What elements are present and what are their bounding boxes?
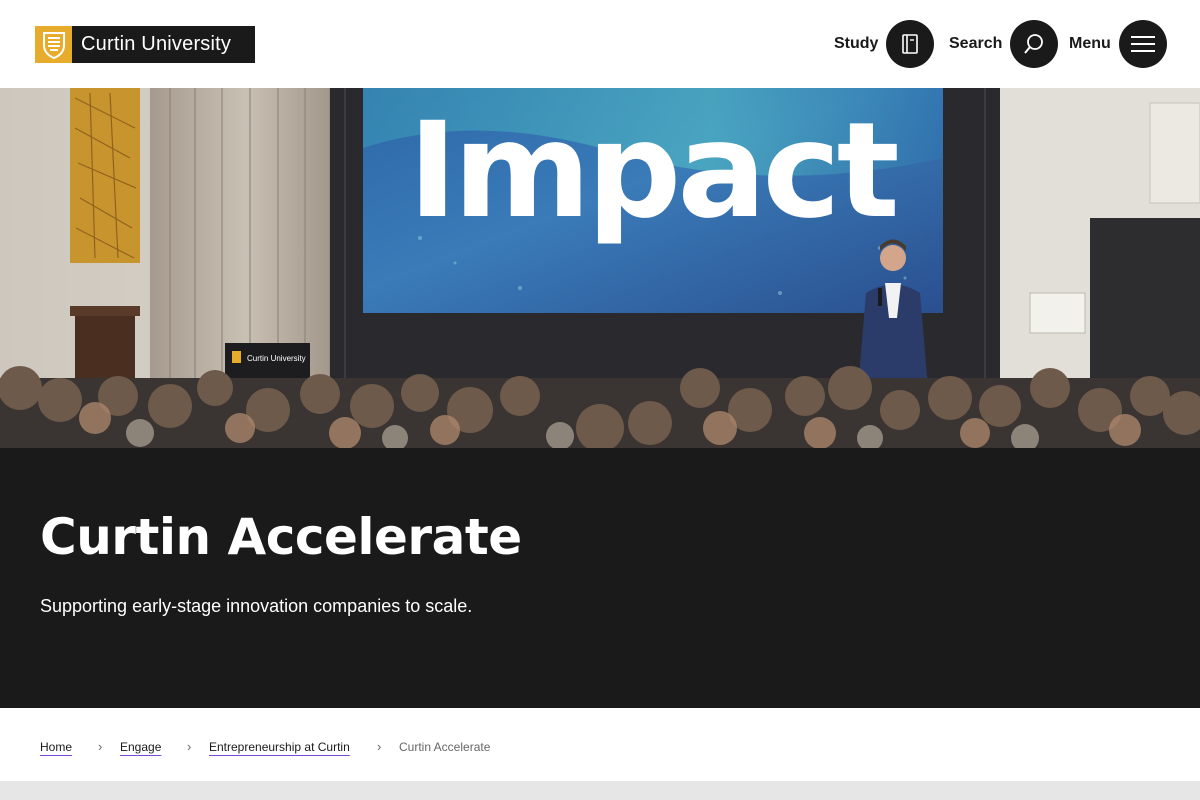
podium-logo-text: Curtin University <box>247 354 306 363</box>
menu-label: Menu <box>1069 35 1111 52</box>
breadcrumb-current: Curtin Accelerate <box>399 740 491 754</box>
menu-button[interactable]: Menu <box>1069 20 1167 68</box>
hamburger-menu-icon <box>1118 20 1167 68</box>
curtin-logo[interactable]: Curtin University <box>35 26 255 63</box>
breadcrumb-separator: › <box>377 739 382 754</box>
study-button[interactable]: Study <box>834 20 935 68</box>
breadcrumb-separator: › <box>187 739 192 754</box>
page-subtitle: Supporting early-stage innovation compan… <box>40 596 473 616</box>
page-title: Curtin Accelerate <box>40 508 522 566</box>
breadcrumb-entrepreneurship[interactable]: Entrepreneurship at Curtin <box>209 740 350 754</box>
title-band: Curtin Accelerate Supporting early-stage… <box>0 448 1200 708</box>
breadcrumb-home[interactable]: Home <box>40 740 72 754</box>
study-label: Study <box>834 35 879 52</box>
logo-text: Curtin University <box>81 33 232 55</box>
breadcrumb: Home › Engage › Entrepreneurship at Curt… <box>0 708 1200 781</box>
search-button[interactable]: Search <box>949 20 1059 68</box>
screen-impact-text: Impact <box>408 94 897 248</box>
crest-icon <box>35 26 72 63</box>
hero-image: Impact Curtin University <box>0 88 1200 448</box>
content-area-top <box>0 781 1200 800</box>
hero-photo: Impact Curtin University <box>0 88 1200 448</box>
search-icon <box>1010 20 1059 68</box>
book-icon <box>886 20 935 68</box>
breadcrumb-engage[interactable]: Engage <box>120 740 161 754</box>
site-header: Curtin University Study Search Menu <box>0 0 1200 88</box>
breadcrumb-separator: › <box>98 739 103 754</box>
search-label: Search <box>949 35 1003 52</box>
